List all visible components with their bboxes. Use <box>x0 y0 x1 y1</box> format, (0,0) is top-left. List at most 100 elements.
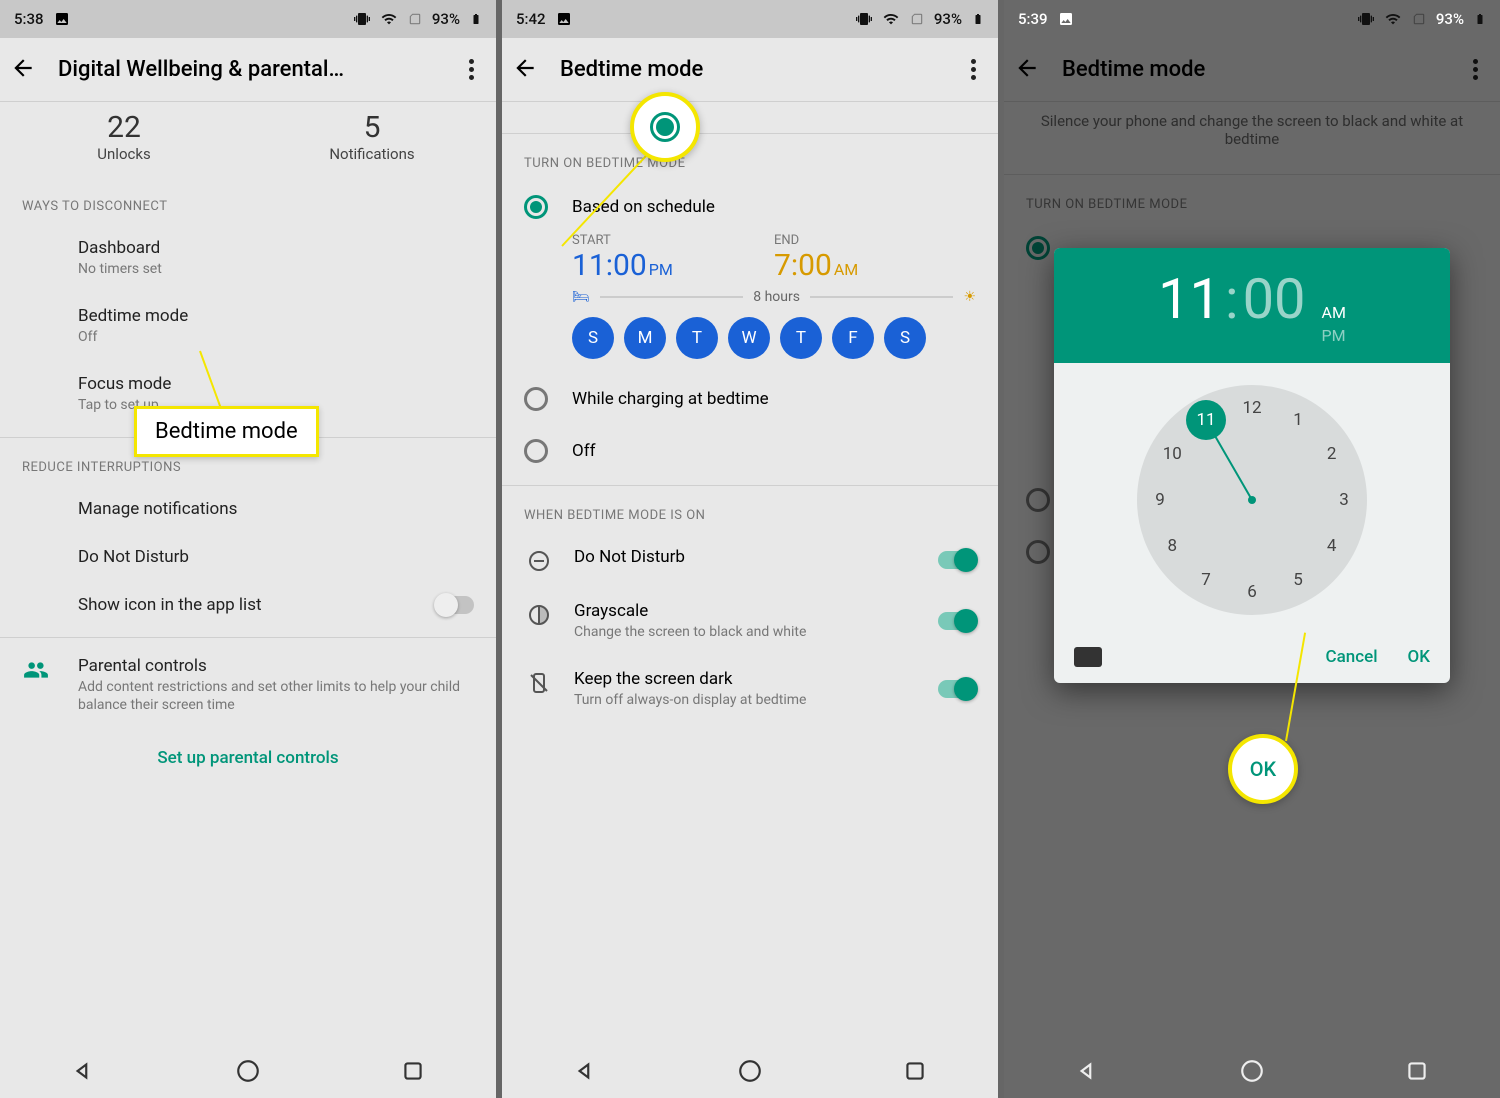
nav-back-icon[interactable] <box>572 1058 598 1084</box>
back-button[interactable] <box>1014 55 1040 85</box>
dashboard-item[interactable]: Dashboard No timers set <box>0 224 496 292</box>
cancel-button[interactable]: Cancel <box>1325 647 1377 667</box>
nav-recent-icon[interactable] <box>902 1058 928 1084</box>
hour-4[interactable]: 4 <box>1327 536 1337 556</box>
day-chip[interactable]: F <box>832 317 874 359</box>
screenshot-2: 5:42 93% Bedtime mode TURN ON BEDTIME MO… <box>502 0 998 1098</box>
vibrate-icon <box>354 11 370 27</box>
time-picker-dialog: 11 : 00 AM PM 123456789101112 Cancel OK <box>1054 248 1450 683</box>
day-chip[interactable]: T <box>676 317 718 359</box>
status-bar: 5:39 93% <box>1004 0 1500 38</box>
wifi-icon <box>1384 11 1402 27</box>
hour-6[interactable]: 6 <box>1247 582 1257 602</box>
day-selector: SMTWTFS <box>572 317 976 373</box>
hour-8[interactable]: 8 <box>1168 536 1178 556</box>
start-time[interactable]: START 11:00PM <box>572 233 774 283</box>
callout-ok: OK <box>1228 734 1298 804</box>
hour-5[interactable]: 5 <box>1293 570 1303 590</box>
status-bar: 5:38 93% <box>0 0 496 38</box>
no-sim-icon <box>1412 11 1426 27</box>
option-while-charging[interactable]: While charging at bedtime <box>502 373 998 425</box>
manage-notifications-item[interactable]: Manage notifications <box>0 485 496 533</box>
option-based-on-schedule[interactable]: Based on schedule <box>502 181 998 233</box>
turn-on-header: TURN ON BEDTIME MODE <box>1004 175 1500 222</box>
image-icon <box>1058 11 1074 27</box>
dnd-toggle[interactable] <box>938 551 976 569</box>
unlocks-stat[interactable]: 22 Unlocks <box>0 110 248 163</box>
hour-9[interactable]: 9 <box>1155 490 1165 510</box>
keep-dark-row[interactable]: Keep the screen darkTurn off always-on d… <box>502 655 998 723</box>
page-title: Bedtime mode <box>1062 57 1438 82</box>
nav-back-icon[interactable] <box>1074 1058 1100 1084</box>
overflow-menu[interactable] <box>958 56 988 83</box>
turn-on-header: TURN ON BEDTIME MODE <box>502 134 998 181</box>
selected-hour[interactable]: 11 <box>1186 400 1226 440</box>
nav-bar <box>1004 1044 1500 1098</box>
hour-2[interactable]: 2 <box>1327 444 1337 464</box>
bedtime-mode-item[interactable]: Bedtime mode Off <box>0 292 496 360</box>
day-chip[interactable]: S <box>884 317 926 359</box>
am-button[interactable]: AM <box>1322 303 1346 322</box>
stats-row: 22 Unlocks 5 Notifications <box>0 102 496 177</box>
show-icon-toggle[interactable] <box>436 596 474 614</box>
image-icon <box>556 11 572 27</box>
day-chip[interactable]: S <box>572 317 614 359</box>
grayscale-toggle[interactable] <box>938 612 976 630</box>
notifications-stat[interactable]: 5 Notifications <box>248 110 496 163</box>
page-title: Bedtime mode <box>560 57 936 82</box>
hour-7[interactable]: 7 <box>1201 570 1211 590</box>
wifi-icon <box>882 11 900 27</box>
clock-text: 5:42 <box>516 10 546 28</box>
hour-10[interactable]: 10 <box>1163 444 1182 464</box>
ways-to-disconnect-header: WAYS TO DISCONNECT <box>0 177 496 224</box>
ok-button[interactable]: OK <box>1408 647 1430 667</box>
screenshot-1: 5:38 93% Digital Wellbeing & parental… 2… <box>0 0 496 1098</box>
battery-text: 93% <box>1436 10 1464 28</box>
day-chip[interactable]: W <box>728 317 770 359</box>
clock-face[interactable]: 123456789101112 <box>1137 385 1367 615</box>
radio-icon[interactable] <box>524 439 548 463</box>
hour-3[interactable]: 3 <box>1339 490 1349 510</box>
show-icon-item[interactable]: Show icon in the app list <box>0 581 496 629</box>
keep-dark-toggle[interactable] <box>938 680 976 698</box>
hour-12[interactable]: 12 <box>1242 398 1261 418</box>
end-time[interactable]: END 7:00AM <box>774 233 976 283</box>
nav-recent-icon[interactable] <box>1404 1058 1430 1084</box>
grayscale-row[interactable]: GrayscaleChange the screen to black and … <box>502 587 998 655</box>
overflow-menu[interactable] <box>456 56 486 83</box>
parental-controls-item[interactable]: Parental controls Add content restrictio… <box>0 638 496 728</box>
nav-home-icon[interactable] <box>737 1058 763 1084</box>
do-not-disturb-item[interactable]: Do Not Disturb <box>0 533 496 581</box>
back-button[interactable] <box>512 55 538 85</box>
clock-text: 5:38 <box>14 10 44 28</box>
day-chip[interactable]: T <box>780 317 822 359</box>
keyboard-icon[interactable] <box>1074 647 1102 667</box>
nav-back-icon[interactable] <box>70 1058 96 1084</box>
back-button[interactable] <box>10 55 36 85</box>
radio-icon[interactable] <box>524 387 548 411</box>
image-icon <box>54 11 70 27</box>
grayscale-icon <box>524 601 554 627</box>
battery-text: 93% <box>934 10 962 28</box>
minute-display[interactable]: 00 <box>1243 266 1306 332</box>
battery-icon <box>1474 10 1486 28</box>
option-off[interactable]: Off <box>502 425 998 477</box>
day-chip[interactable]: M <box>624 317 666 359</box>
radio-icon[interactable] <box>524 195 548 219</box>
hour-display[interactable]: 11 <box>1158 266 1221 332</box>
wifi-icon <box>380 11 398 27</box>
pm-button[interactable]: PM <box>1322 326 1346 345</box>
callout-bedtime-mode: Bedtime mode <box>134 406 319 457</box>
nav-home-icon[interactable] <box>1239 1058 1265 1084</box>
nav-home-icon[interactable] <box>235 1058 261 1084</box>
dnd-row[interactable]: Do Not Disturb <box>502 533 998 587</box>
app-bar: Bedtime mode <box>1004 38 1500 102</box>
hour-1[interactable]: 1 <box>1293 410 1303 430</box>
duration-text: 8 hours <box>753 289 800 305</box>
nav-bar <box>0 1044 496 1098</box>
setup-parental-controls-button[interactable]: Set up parental controls <box>0 728 496 788</box>
overflow-menu[interactable] <box>1460 56 1490 83</box>
callout-radio <box>630 92 700 162</box>
clock-text: 5:39 <box>1018 10 1048 28</box>
nav-recent-icon[interactable] <box>400 1058 426 1084</box>
